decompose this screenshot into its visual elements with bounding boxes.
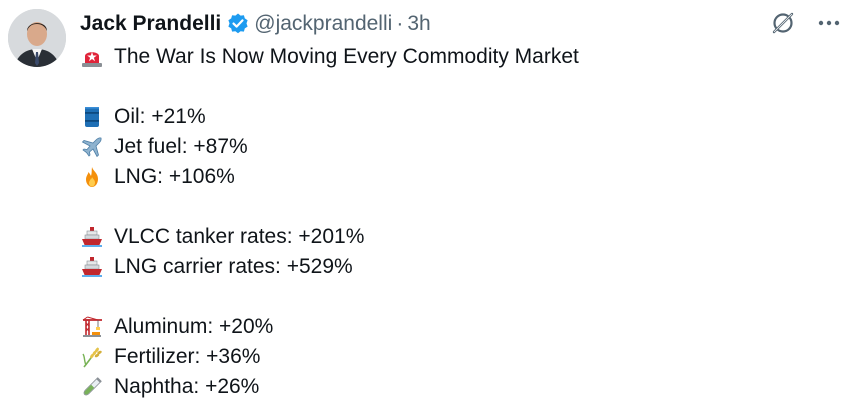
headline-text: The War Is Now Moving Every Commodity Ma… bbox=[114, 45, 579, 68]
headline-line: The War Is Now Moving Every Commodity Ma… bbox=[80, 42, 579, 72]
tweet-header: Jack Prandelli @jackprandelli · 3h bbox=[80, 10, 431, 38]
fire-icon bbox=[80, 165, 104, 189]
list-item: Aluminum: +20% bbox=[80, 312, 579, 342]
avatar-photo bbox=[8, 9, 66, 67]
avatar[interactable] bbox=[8, 9, 66, 67]
construction-crane-icon bbox=[80, 315, 104, 339]
rotating-light-icon bbox=[80, 45, 104, 69]
oil-barrel-icon bbox=[80, 105, 104, 129]
tweet-text: The War Is Now Moving Every Commodity Ma… bbox=[80, 42, 579, 402]
grok-icon[interactable] bbox=[770, 10, 796, 36]
author-handle[interactable]: @jackprandelli bbox=[254, 12, 392, 36]
list-item-text: Aluminum: +20% bbox=[114, 315, 274, 338]
list-item-text: LNG carrier rates: +529% bbox=[114, 255, 353, 278]
timestamp[interactable]: 3h bbox=[407, 12, 430, 36]
list-item: VLCC tanker rates: +201% bbox=[80, 222, 579, 252]
list-item-text: Fertilizer: +36% bbox=[114, 345, 261, 368]
list-item: LNG carrier rates: +529% bbox=[80, 252, 579, 282]
list-item-text: Oil: +21% bbox=[114, 105, 206, 128]
more-options-icon[interactable] bbox=[816, 10, 842, 36]
verified-badge-icon[interactable] bbox=[226, 12, 250, 36]
list-item-text: Jet fuel: +87% bbox=[114, 135, 248, 158]
header-separator: · bbox=[396, 12, 404, 35]
author-name[interactable]: Jack Prandelli bbox=[80, 12, 221, 36]
test-tube-icon bbox=[80, 375, 104, 399]
airplane-icon bbox=[80, 135, 104, 159]
ship-icon bbox=[80, 255, 104, 279]
list-item-text: Naphtha: +26% bbox=[114, 375, 260, 398]
header-actions bbox=[770, 10, 842, 36]
list-item: LNG: +106% bbox=[80, 162, 579, 192]
list-item: Fertilizer: +36% bbox=[80, 342, 579, 372]
list-item: Naphtha: +26% bbox=[80, 372, 579, 402]
list-item: Oil: +21% bbox=[80, 102, 579, 132]
list-item: Jet fuel: +87% bbox=[80, 132, 579, 162]
rice-stalk-icon bbox=[80, 345, 104, 369]
ship-icon bbox=[80, 225, 104, 249]
list-item-text: VLCC tanker rates: +201% bbox=[114, 225, 365, 248]
list-item-text: LNG: +106% bbox=[114, 165, 235, 188]
